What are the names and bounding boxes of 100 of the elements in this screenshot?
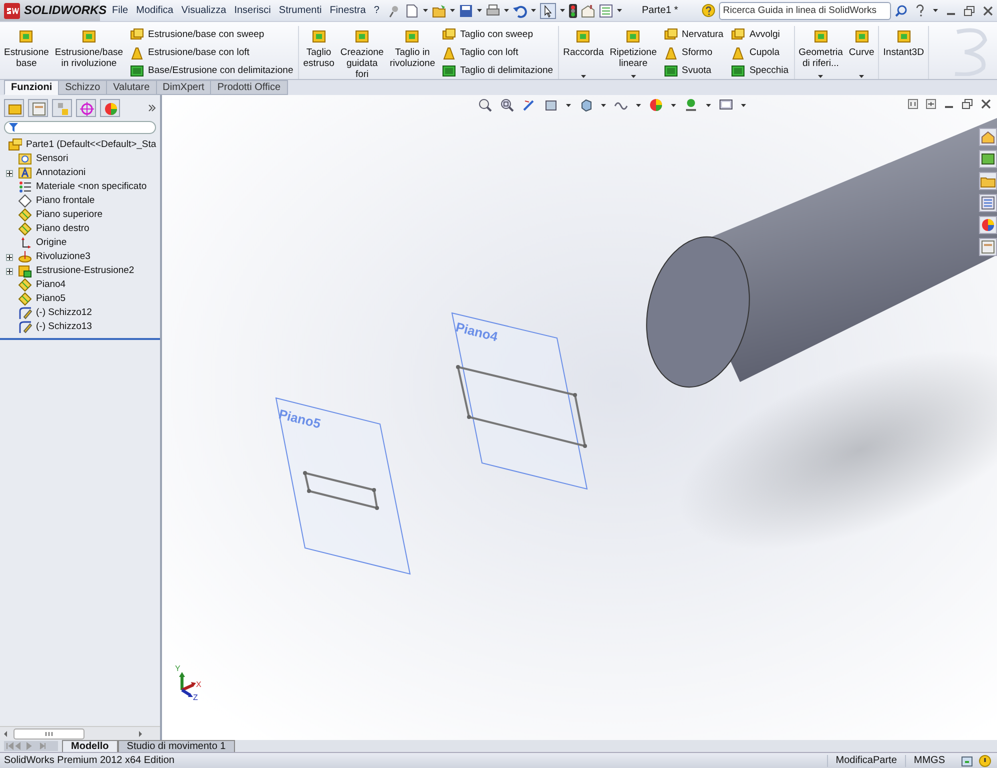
caret-icon[interactable]: [630, 75, 636, 78]
tree-item[interactable]: Piano superiore: [36, 209, 103, 221]
pointer-icon[interactable]: [540, 2, 556, 18]
tree-item[interactable]: (-) Schizzo12: [36, 307, 92, 319]
property-icon[interactable]: [979, 238, 997, 256]
document-icon[interactable]: [405, 4, 420, 18]
caret-icon[interactable]: [450, 9, 456, 12]
restore-icon[interactable]: [964, 6, 975, 16]
scene-icon[interactable]: [684, 98, 698, 112]
cube-icon[interactable]: [579, 98, 593, 112]
split-view-icon[interactable]: [908, 99, 918, 109]
tree-item[interactable]: Piano destro: [36, 223, 90, 235]
caret-icon[interactable]: [566, 104, 571, 106]
tree-item[interactable]: Materiale <non specificato: [36, 181, 147, 193]
house-icon[interactable]: [581, 4, 596, 18]
toolbar-button[interactable]: Curve: [848, 26, 876, 59]
printer-icon[interactable]: [486, 4, 500, 18]
crosshair-icon[interactable]: [76, 99, 96, 117]
toolbar-button[interactable]: Ripetizione lineare: [608, 26, 658, 70]
command-tab[interactable]: Funzioni: [4, 80, 60, 95]
house-icon[interactable]: [979, 128, 997, 146]
tree-item[interactable]: (-) Schizzo13: [36, 321, 92, 333]
reference-plane[interactable]: [275, 397, 411, 575]
menu-item[interactable]: Visualizza: [177, 2, 230, 18]
toolbar-button[interactable]: Sformo: [662, 44, 726, 62]
document-tab[interactable]: Modello: [62, 740, 118, 752]
caret-icon[interactable]: [423, 9, 428, 12]
caret-icon[interactable]: [617, 9, 622, 12]
menu-item[interactable]: Finestra: [326, 2, 370, 18]
toolbar-button[interactable]: Raccorda: [562, 26, 605, 59]
zoom-icon[interactable]: [478, 98, 492, 112]
list-icon[interactable]: [979, 194, 997, 212]
tree-item[interactable]: Parte1 (Default<<Default>_Sta: [26, 139, 156, 151]
search-field[interactable]: Ricerca Guida in linea di SolidWorks: [719, 2, 891, 20]
color-wheel-icon[interactable]: [100, 99, 120, 117]
color-wheel-icon[interactable]: [979, 216, 997, 234]
toolbar-button[interactable]: Base/Estrusione con delimitazione: [128, 62, 296, 80]
toolbar-button[interactable]: Cupola: [729, 44, 791, 62]
expand-toggle[interactable]: [6, 268, 12, 274]
menu-item[interactable]: ?: [370, 2, 384, 18]
list-icon[interactable]: [599, 4, 614, 18]
caret-icon[interactable]: [818, 75, 824, 78]
alert-icon[interactable]: [979, 754, 991, 766]
toolbar-button[interactable]: Instant3D: [882, 26, 925, 59]
caret-icon[interactable]: [671, 104, 676, 106]
toolbar-button[interactable]: Taglio con loft: [440, 44, 556, 62]
menu-item[interactable]: Inserisci: [230, 2, 275, 18]
traffic-light-icon[interactable]: [569, 4, 578, 18]
menu-item[interactable]: Modifica: [132, 2, 178, 18]
tree-item[interactable]: Piano frontale: [36, 195, 95, 207]
toolbar-button[interactable]: Estrusione/base con loft: [128, 44, 296, 62]
tree-item[interactable]: Annotazioni: [36, 167, 86, 179]
pencil-icon[interactable]: [522, 98, 536, 112]
reference-plane[interactable]: [451, 312, 588, 490]
library-icon[interactable]: [979, 150, 997, 168]
folder-icon[interactable]: [432, 4, 446, 18]
filter-field[interactable]: [4, 121, 156, 134]
restore-icon[interactable]: [962, 99, 973, 109]
toolbar-button[interactable]: Nervatura: [662, 26, 726, 44]
command-tab[interactable]: Valutare: [106, 80, 157, 95]
tree-item[interactable]: Rivoluzione3: [36, 251, 90, 263]
caret-icon[interactable]: [933, 9, 938, 12]
expand-panel-icon[interactable]: [148, 104, 156, 112]
caret-icon[interactable]: [504, 9, 510, 12]
appearance-icon[interactable]: [649, 98, 663, 112]
toolbar-button[interactable]: Estrusione/base in rivoluzione: [54, 26, 124, 70]
tile-view-icon[interactable]: [926, 99, 936, 109]
undo-icon[interactable]: [513, 4, 528, 18]
tree-item[interactable]: Piano5: [36, 293, 66, 305]
toolbar-button[interactable]: Estrusione base: [3, 26, 50, 70]
caret-icon[interactable]: [601, 104, 606, 106]
caret-icon[interactable]: [560, 9, 566, 12]
command-tab[interactable]: Schizzo: [58, 80, 108, 95]
tree-item[interactable]: Estrusione-Estrusione2: [36, 265, 134, 277]
toolbar-button[interactable]: Avvolgi: [729, 26, 791, 44]
units-indicator[interactable]: MMGS: [904, 754, 953, 766]
section-view-icon[interactable]: [544, 98, 558, 112]
tree-item[interactable]: Piano4: [36, 279, 66, 291]
rebuild-icon[interactable]: [961, 754, 973, 766]
toolbar-button[interactable]: Taglio di delimitazione: [440, 62, 556, 80]
caret-icon[interactable]: [531, 9, 536, 12]
document-tab[interactable]: Studio di movimento 1: [118, 740, 235, 752]
toolbar-button[interactable]: Svuota: [662, 62, 726, 80]
tree-item[interactable]: Origine: [36, 237, 67, 249]
command-tab[interactable]: DimXpert: [156, 80, 212, 95]
caret-icon[interactable]: [477, 9, 482, 12]
menu-item[interactable]: Strumenti: [274, 2, 326, 18]
caret-icon[interactable]: [859, 75, 864, 78]
menu-item[interactable]: File: [108, 2, 132, 18]
toolbar-button[interactable]: Taglio estruso: [302, 26, 336, 70]
scrollbar[interactable]: [0, 726, 160, 740]
caret-icon[interactable]: [706, 104, 711, 106]
toolbar-button[interactable]: Geometria di riferi...: [798, 26, 844, 70]
caret-icon[interactable]: [636, 104, 641, 106]
search-icon[interactable]: [895, 4, 907, 16]
toolbar-button[interactable]: Taglio in rivoluzione: [388, 26, 436, 70]
toolbar-button[interactable]: Taglio con sweep: [440, 26, 556, 44]
command-tab[interactable]: Prodotti Office: [210, 80, 288, 95]
toolbar-button[interactable]: Estrusione/base con sweep: [128, 26, 296, 44]
monitor-icon[interactable]: [719, 98, 733, 112]
